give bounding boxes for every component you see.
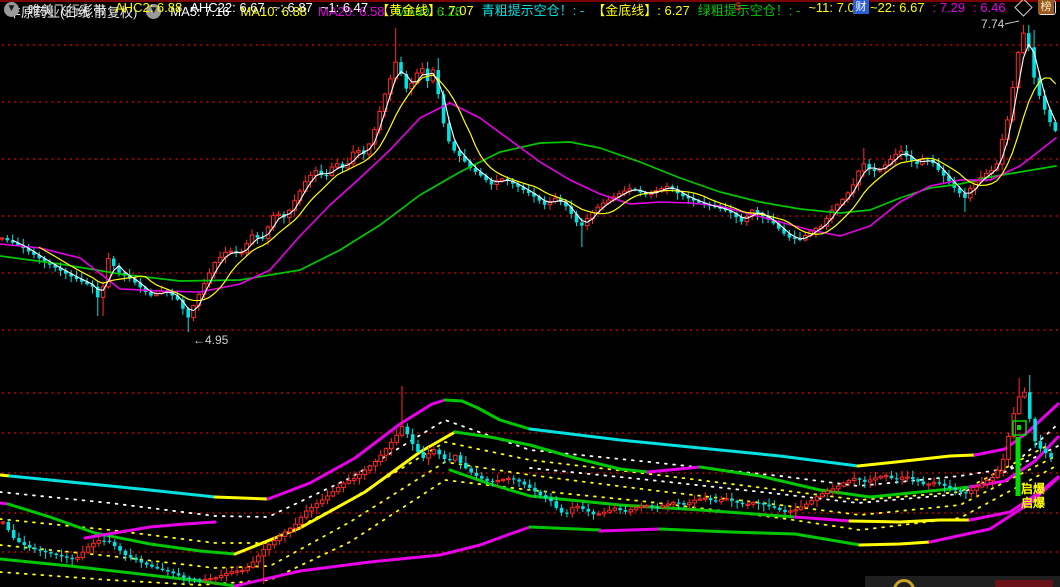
indicator-value: : 7.29 [932,0,966,15]
indicator-value: 绿粗提示空仓！: - [697,2,801,18]
main-chart-gridlines [2,44,1058,331]
chevron-down-circle-icon[interactable]: ▼ [4,1,19,17]
diamond-icon[interactable] [1014,0,1033,17]
indicator-value: ~1: 6.47 [320,0,369,15]
watermark-text-blob [995,580,1053,587]
divider-badge[interactable]: $ [730,0,746,14]
price-annotations: 7.74 ←4.95 [193,17,1020,347]
signal-bar [1015,437,1021,496]
indicator-value: 【黄金线】: 7.07 [376,2,474,18]
indicator-values: AHC2: 6.88 AHC22: 6.67 ~: 6.87 ~1: 6.47 【黄金线… [115,0,1006,19]
signal-label: 启爆 [1021,495,1046,510]
indicator-value: ~22: 6.67 [869,0,925,15]
indicator-value: AHC22: 6.67 [190,0,265,15]
indicator-value: 青粗提示空仓！: - [481,2,585,18]
watermark-logo-icon [893,579,915,587]
price-label: ←4.95 [193,333,229,347]
indicator-value: AHC2: 6.88 [115,0,183,15]
price-label: 7.74 [981,17,1005,31]
watermark-strip [865,576,1060,587]
charts-canvas[interactable]: 7.74 ←4.95 启爆启爆 [0,0,1060,587]
indicator-name: 唯美飞行彩带 [28,2,107,18]
main-chart-ma-lines [0,43,1057,312]
divider-badge[interactable]: 榜 [1038,0,1054,14]
divider-badge[interactable]: 财 [853,0,869,14]
indicator-value: : 6.46 [973,0,1006,15]
indicator-value: ~: 6.87 [272,0,313,15]
indicator-value: 【金底线】: 6.27 [592,2,690,18]
ribbon-bands [0,398,1060,587]
trading-app-window: { "header": { "stock_title": "丰原药业(日线.前复… [0,0,1060,587]
signal-label: 启爆 [1021,481,1046,496]
